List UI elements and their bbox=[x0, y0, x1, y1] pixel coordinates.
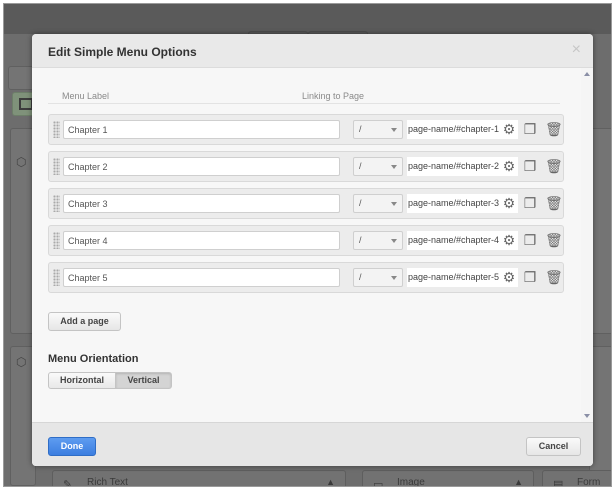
background-topbar bbox=[4, 4, 611, 34]
menu-label-input[interactable] bbox=[63, 194, 340, 213]
trash-icon[interactable]: 🗑 bbox=[545, 158, 563, 174]
page-select[interactable]: / bbox=[353, 194, 403, 213]
background-rich-text-item: ✎ Rich Text ▲ bbox=[52, 470, 346, 487]
menu-item-row: / page-name/#chapter-5 ⚙ ❐ 🗑 bbox=[48, 262, 564, 293]
chevron-down-icon bbox=[391, 128, 397, 132]
dialog-header: Edit Simple Menu Options × bbox=[32, 34, 593, 68]
copy-icon[interactable]: ❐ bbox=[523, 232, 537, 248]
menu-item-row: / page-name/#chapter-4 ⚙ ❐ 🗑 bbox=[48, 225, 564, 256]
layout-icon bbox=[19, 98, 33, 110]
trash-icon[interactable]: 🗑 bbox=[545, 232, 563, 248]
form-icon: ▤ bbox=[553, 479, 564, 487]
drag-handle-icon[interactable] bbox=[53, 121, 60, 138]
edit-menu-dialog: Edit Simple Menu Options × Menu Label Li… bbox=[32, 34, 593, 466]
gear-icon[interactable]: ⚙ bbox=[502, 269, 516, 285]
close-icon[interactable]: × bbox=[572, 42, 581, 58]
drag-handle-icon[interactable] bbox=[53, 158, 60, 175]
menu-label-input[interactable] bbox=[63, 231, 340, 250]
copy-icon[interactable]: ❐ bbox=[523, 121, 537, 137]
background-item-label: Rich Text bbox=[87, 477, 128, 487]
drag-handle-icon[interactable] bbox=[53, 232, 60, 249]
cube-icon: ⬡ bbox=[16, 155, 27, 169]
dialog-footer: Done Cancel bbox=[32, 422, 593, 466]
image-icon: ▭ bbox=[373, 479, 384, 487]
copy-icon[interactable]: ❐ bbox=[523, 158, 537, 174]
background-item-label: Image bbox=[397, 477, 425, 487]
cube-icon: ⬡ bbox=[16, 355, 27, 369]
background-item-label: Form bbox=[577, 477, 601, 487]
header-divider bbox=[48, 103, 560, 104]
gear-icon[interactable]: ⚙ bbox=[502, 232, 516, 248]
screen: ⬡ ⬡ ✎ Rich Text ▲ ▭ Image ▲ ▤ Form Edit … bbox=[3, 3, 612, 487]
orientation-horizontal-button[interactable]: Horizontal bbox=[48, 372, 116, 389]
menu-label-input[interactable] bbox=[63, 268, 340, 287]
scroll-up-icon[interactable] bbox=[584, 72, 590, 76]
menu-item-row: / page-name/#chapter-2 ⚙ ❐ 🗑 bbox=[48, 151, 564, 182]
orientation-vertical-button[interactable]: Vertical bbox=[115, 372, 172, 389]
trash-icon[interactable]: 🗑 bbox=[545, 269, 563, 285]
cancel-button[interactable]: Cancel bbox=[526, 437, 581, 456]
background-image-item: ▭ Image ▲ bbox=[362, 470, 534, 487]
menu-item-row: / page-name/#chapter-3 ⚙ ❐ 🗑 bbox=[48, 188, 564, 219]
page-select-value: / bbox=[359, 198, 362, 208]
chevron-down-icon bbox=[391, 276, 397, 280]
add-page-button[interactable]: Add a page bbox=[48, 312, 121, 331]
trash-icon[interactable]: 🗑 bbox=[545, 121, 563, 137]
menu-label-input[interactable] bbox=[63, 157, 340, 176]
drag-handle-icon[interactable] bbox=[53, 195, 60, 212]
menu-orientation-title: Menu Orientation bbox=[48, 353, 139, 365]
gear-icon[interactable]: ⚙ bbox=[502, 121, 516, 137]
page-select-value: / bbox=[359, 124, 362, 134]
trash-icon[interactable]: 🗑 bbox=[545, 195, 563, 211]
chevron-down-icon bbox=[391, 202, 397, 206]
page-select[interactable]: / bbox=[353, 268, 403, 287]
chevron-down-icon bbox=[391, 239, 397, 243]
dialog-title: Edit Simple Menu Options bbox=[48, 45, 197, 59]
menu-item-row: / page-name/#chapter-1 ⚙ ❐ 🗑 bbox=[48, 114, 564, 145]
page-select-value: / bbox=[359, 272, 362, 282]
done-button[interactable]: Done bbox=[48, 437, 96, 456]
menu-label-column-header: Menu Label bbox=[62, 91, 110, 101]
copy-icon[interactable]: ❐ bbox=[523, 269, 537, 285]
dialog-body: Menu Label Linking to Page / page-name/#… bbox=[32, 68, 593, 422]
page-select[interactable]: / bbox=[353, 157, 403, 176]
chevron-down-icon bbox=[391, 165, 397, 169]
page-select-value: / bbox=[359, 235, 362, 245]
page-select[interactable]: / bbox=[353, 231, 403, 250]
background-form-item: ▤ Form bbox=[542, 470, 611, 487]
gear-icon[interactable]: ⚙ bbox=[502, 158, 516, 174]
rich-text-icon: ✎ bbox=[63, 479, 73, 487]
menu-label-input[interactable] bbox=[63, 120, 340, 139]
copy-icon[interactable]: ❐ bbox=[523, 195, 537, 211]
expand-icon: ▲ bbox=[326, 477, 335, 487]
linking-to-page-column-header: Linking to Page bbox=[302, 91, 365, 101]
drag-handle-icon[interactable] bbox=[53, 269, 60, 286]
gear-icon[interactable]: ⚙ bbox=[502, 195, 516, 211]
page-select-value: / bbox=[359, 161, 362, 171]
dialog-scrollbar[interactable] bbox=[581, 68, 593, 422]
scroll-down-icon[interactable] bbox=[584, 414, 590, 418]
page-select[interactable]: / bbox=[353, 120, 403, 139]
expand-icon: ▲ bbox=[514, 477, 523, 487]
